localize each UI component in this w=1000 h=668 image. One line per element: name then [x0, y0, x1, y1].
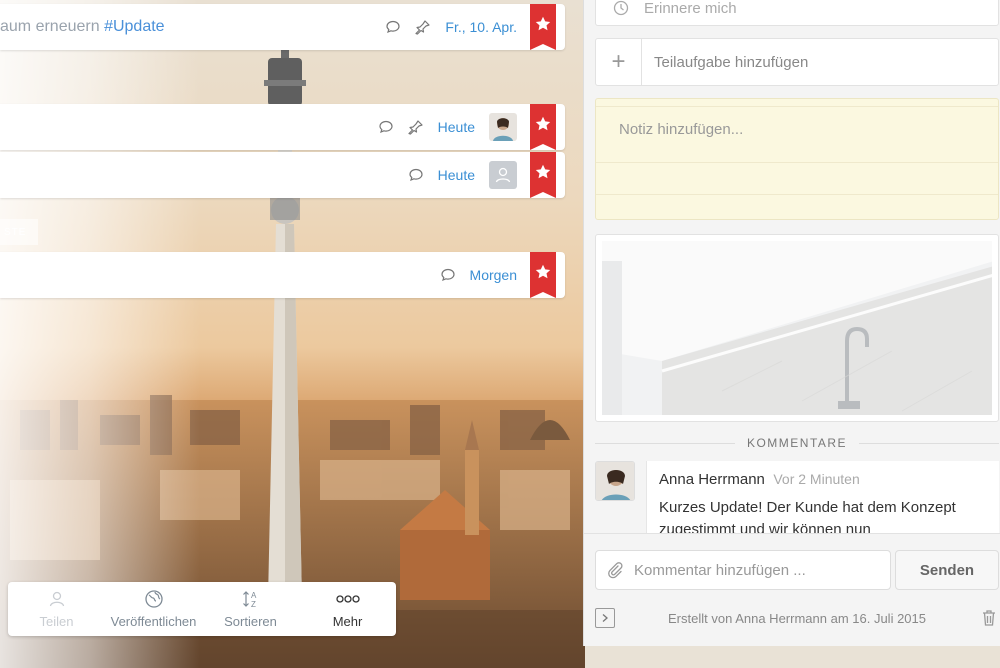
publish-button[interactable]: Veröffentlichen	[105, 582, 202, 636]
more-button[interactable]: Mehr	[299, 582, 396, 636]
image-attachment[interactable]	[595, 234, 999, 422]
task-row[interactable]: Heute	[0, 152, 565, 198]
pin-icon	[415, 20, 431, 35]
background-photo	[0, 0, 585, 668]
globe-icon	[144, 590, 163, 608]
plus-icon[interactable]: +	[596, 38, 642, 86]
assignee-avatar[interactable]	[489, 113, 517, 141]
share-label: Teilen	[39, 614, 74, 629]
comment-author: Anna Herrmann	[659, 471, 765, 488]
reminder-field[interactable]: Erinnere mich	[595, 0, 999, 26]
commenter-avatar	[595, 461, 635, 501]
attachment-preview-image	[602, 241, 992, 415]
task-title: aum erneuern #Update	[0, 18, 165, 35]
comment-icon	[409, 168, 423, 182]
sort-az-icon: AZ	[242, 591, 257, 609]
more-label: Mehr	[332, 614, 363, 629]
due-date[interactable]: Fr., 10. Apr.	[445, 19, 517, 35]
star-icon	[535, 16, 551, 31]
comment-card: Anna Herrmann Vor 2 Minuten Kurzes Updat…	[646, 461, 999, 533]
comment-icon	[386, 20, 401, 34]
publish-label: Veröffentlichen	[110, 614, 197, 629]
chevron-right-icon	[602, 614, 608, 622]
due-date[interactable]: Heute	[438, 167, 475, 183]
paperclip-icon[interactable]	[606, 561, 624, 579]
reminder-label: Erinnere mich	[644, 0, 737, 17]
subtask-placeholder: Teilaufgabe hinzufügen	[654, 53, 809, 71]
share-person-icon	[49, 591, 64, 607]
task-row[interactable]: Morgen	[0, 252, 565, 298]
person-icon	[495, 167, 511, 183]
star-icon	[535, 164, 551, 179]
due-date[interactable]: Heute	[438, 119, 475, 135]
pin-icon	[408, 120, 423, 135]
alarm-clock-icon	[613, 0, 629, 16]
comment-composer: Kommentar hinzufügen ... Senden Erstellt…	[584, 533, 1000, 646]
detail-footer: Erstellt von Anna Herrmann am 16. Juli 2…	[595, 606, 999, 630]
comments-heading: KOMMENTARE	[595, 436, 999, 450]
comment-placeholder: Kommentar hinzufügen ...	[634, 561, 806, 579]
due-date[interactable]: Morgen	[470, 267, 517, 283]
comment-text: Kurzes Update! Der Kunde hat dem Konzept…	[659, 499, 956, 533]
svg-text:Z: Z	[251, 600, 256, 609]
note-placeholder: Notiz hinzufügen...	[619, 121, 744, 138]
star-flag[interactable]	[530, 152, 556, 198]
created-by-text: Erstellt von Anna Herrmann am 16. Juli 2…	[668, 610, 926, 626]
comment-icon	[379, 120, 393, 134]
comment-icon	[440, 268, 455, 282]
assignee-placeholder-avatar[interactable]	[489, 161, 517, 189]
share-button[interactable]: Teilen	[8, 582, 105, 636]
more-dots-icon	[335, 595, 360, 603]
star-flag[interactable]	[530, 4, 556, 50]
section-heading-tag[interactable]: STE	[0, 219, 38, 245]
note-field[interactable]: Notiz hinzufügen...	[595, 98, 999, 220]
svg-text:A: A	[251, 591, 257, 600]
star-icon	[535, 116, 551, 131]
list-toolbar: Teilen Veröffentlichen AZ Sortieren Mehr	[8, 582, 396, 636]
comment-input[interactable]: Kommentar hinzufügen ...	[595, 550, 891, 590]
task-row[interactable]: aum erneuern #Update Fr., 10. Apr.	[0, 4, 565, 50]
star-flag[interactable]	[530, 252, 556, 298]
trash-icon[interactable]	[979, 608, 999, 628]
send-button[interactable]: Senden	[895, 550, 999, 590]
star-icon	[535, 264, 551, 279]
task-row[interactable]: Heute	[0, 104, 565, 150]
comment-time: Vor 2 Minuten	[773, 471, 860, 487]
add-subtask-field[interactable]: + Teilaufgabe hinzufügen	[595, 38, 999, 86]
sort-button[interactable]: AZ Sortieren	[202, 582, 299, 636]
collapse-panel-button[interactable]	[595, 608, 615, 628]
star-flag[interactable]	[530, 104, 556, 150]
task-detail-panel: Erinnere mich + Teilaufgabe hinzufügen N…	[583, 0, 1000, 646]
sort-label: Sortieren	[224, 614, 277, 629]
